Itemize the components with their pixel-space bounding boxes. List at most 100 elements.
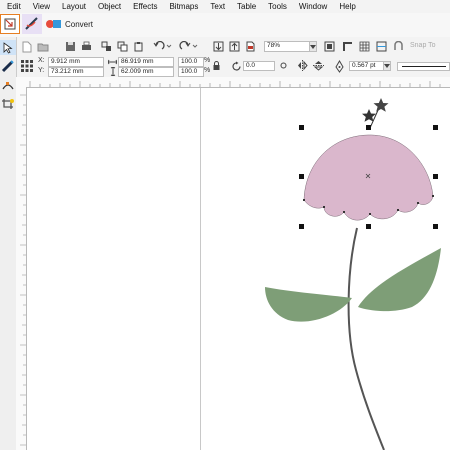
convert-bar: Convert	[0, 13, 450, 38]
menu-object[interactable]: Object	[91, 2, 126, 11]
menu-bitmaps[interactable]: Bitmaps	[162, 2, 203, 11]
crop-tool[interactable]	[0, 97, 16, 111]
x-position-field[interactable]: 9.912 mm	[48, 57, 104, 67]
outline-width-field[interactable]: 0.567 pt	[349, 61, 385, 71]
export-button[interactable]	[228, 40, 241, 53]
menu-edit[interactable]: Edit	[0, 2, 26, 11]
paste-button[interactable]	[132, 40, 145, 53]
mirror-vertical-button[interactable]	[312, 59, 325, 72]
pick-icon	[4, 18, 16, 30]
pen-nib-icon	[1, 60, 14, 73]
object-height-field[interactable]: 62.009 mm	[118, 67, 174, 77]
menu-help[interactable]: Help	[332, 2, 360, 11]
rulers-icon	[343, 42, 352, 51]
paste-icon	[134, 42, 143, 52]
menu-table[interactable]: Table	[230, 2, 261, 11]
crop-icon	[2, 99, 14, 109]
show-grid-button[interactable]	[358, 40, 371, 53]
publish-pdf-button[interactable]	[244, 40, 257, 53]
grid-icon	[359, 41, 370, 52]
degree-icon	[280, 62, 287, 69]
mirror-horizontal-icon	[298, 60, 308, 71]
horizontal-ruler[interactable]	[16, 77, 450, 88]
standard-toolbar: 78% Snap To	[0, 37, 450, 57]
pen-tool[interactable]	[0, 58, 16, 74]
y-position-label: Y:	[38, 67, 45, 74]
save-button[interactable]	[64, 40, 77, 53]
full-screen-preview-button[interactable]	[323, 40, 336, 53]
convert-button[interactable]: Convert	[45, 16, 105, 32]
arrow-cursor-icon	[3, 41, 13, 54]
mirror-vertical-icon	[313, 61, 324, 71]
scale-width-field[interactable]: 100.0	[178, 57, 204, 67]
pick-tool[interactable]	[0, 40, 16, 55]
cut-button[interactable]	[100, 40, 113, 53]
chevron-down-icon	[384, 64, 390, 68]
line-style-selector[interactable]	[397, 62, 450, 71]
lock-icon	[213, 61, 219, 70]
menu-window[interactable]: Window	[292, 2, 332, 11]
object-height-value: 62.009 mm	[121, 68, 154, 75]
show-rulers-button[interactable]	[341, 40, 354, 53]
property-bar: X: 9.912 mm Y: 73.212 mm 86.919 mm 62.00…	[0, 56, 450, 78]
scale-height-percent: %	[204, 67, 211, 74]
open-button[interactable]	[36, 40, 50, 53]
guidelines-icon	[376, 41, 387, 52]
scale-height-field[interactable]: 100.0	[178, 67, 204, 77]
reference-point-selector[interactable]	[19, 58, 35, 74]
shape-tool[interactable]	[0, 79, 16, 93]
menu-bar: Edit View Layout Object Effects Bitmaps …	[0, 0, 450, 13]
outline-pen-icon	[335, 59, 344, 73]
zoom-level-value: 78%	[267, 42, 281, 49]
object-width-field[interactable]: 86.919 mm	[118, 57, 174, 67]
scale-width-percent: %	[204, 57, 211, 64]
menu-tools[interactable]: Tools	[261, 2, 292, 11]
menu-text[interactable]: Text	[203, 2, 230, 11]
menu-view[interactable]: View	[26, 2, 55, 11]
drawing-canvas[interactable]	[27, 88, 450, 450]
new-button[interactable]	[20, 40, 33, 53]
import-button[interactable]	[212, 40, 225, 53]
rotation-angle-value: 0.0	[246, 62, 256, 69]
mirror-horizontal-button[interactable]	[296, 59, 309, 72]
undo-button[interactable]	[152, 40, 174, 53]
zoom-dropdown-button[interactable]	[309, 41, 317, 52]
copy-button[interactable]	[116, 40, 129, 53]
menu-layout[interactable]: Layout	[55, 2, 91, 11]
print-icon	[82, 41, 91, 50]
folder-icon	[37, 43, 49, 51]
node-shape-icon	[2, 82, 14, 90]
x-position-value: 9.912 mm	[51, 58, 80, 65]
scale-height-value: 100.0	[181, 68, 198, 75]
snap-to-label[interactable]: Snap To	[410, 42, 436, 49]
redo-button[interactable]	[178, 40, 200, 53]
line-style-preview-icon	[401, 66, 446, 67]
print-button[interactable]	[80, 40, 93, 53]
import-icon	[213, 41, 224, 52]
pick-tool-button[interactable]	[0, 14, 20, 34]
page-border	[200, 88, 201, 450]
y-position-field[interactable]: 73.212 mm	[48, 67, 104, 77]
zoom-level-field[interactable]: 78%	[264, 41, 312, 52]
snap-icon	[394, 41, 403, 50]
full-screen-icon	[324, 41, 335, 52]
vertical-ruler[interactable]	[16, 87, 27, 450]
menu-effects[interactable]: Effects	[126, 2, 162, 11]
save-icon	[66, 42, 75, 51]
y-position-value: 73.212 mm	[51, 68, 84, 75]
x-position-label: X:	[38, 57, 45, 64]
degree-symbol-wrap	[279, 61, 288, 70]
rotation-angle-field[interactable]: 0.0	[243, 61, 275, 71]
new-document-icon	[22, 41, 31, 52]
rotation-icon-wrap	[230, 60, 242, 72]
undo-icon	[153, 41, 172, 50]
show-guidelines-button[interactable]	[375, 40, 388, 53]
height-icon-wrap	[109, 67, 117, 76]
snap-to-icon-button[interactable]	[392, 40, 405, 53]
freehand-icon	[25, 17, 38, 30]
chevron-down-icon	[310, 44, 316, 49]
freehand-tool-button[interactable]	[22, 14, 42, 34]
outline-width-dropdown[interactable]	[383, 61, 391, 71]
lock-ratio-button[interactable]	[212, 60, 220, 72]
copy-icon	[117, 41, 128, 52]
